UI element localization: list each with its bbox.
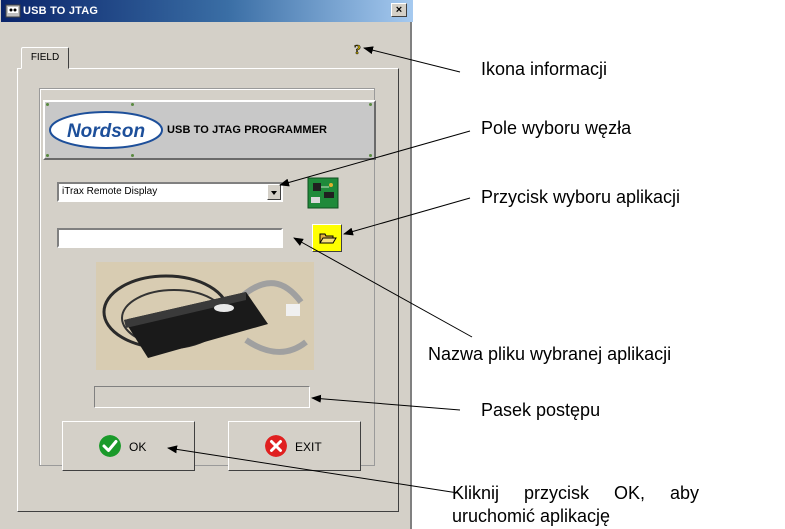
close-button[interactable]: × xyxy=(391,3,407,17)
tab-field[interactable]: FIELD xyxy=(21,47,69,69)
help-question-icon[interactable]: ? xyxy=(351,41,367,57)
green-check-icon xyxy=(99,435,121,457)
label-node-select: Pole wyboru węzła xyxy=(481,118,632,138)
progress-bar xyxy=(94,386,310,408)
label-ok-line1: Kliknij przycisk OK, aby xyxy=(452,483,700,503)
select-application-button[interactable] xyxy=(312,224,342,252)
label-progress-bar: Pasek postępu xyxy=(481,400,601,420)
nordson-logo: Nordson xyxy=(49,111,163,149)
banner-rivet xyxy=(46,103,49,106)
window-title: USB TO JTAG xyxy=(23,5,99,17)
label-app-button: Przycisk wyboru aplikacji xyxy=(481,187,681,207)
node-select[interactable]: iTrax Remote Display xyxy=(57,182,283,202)
banner-rivet xyxy=(369,103,372,106)
programmer-photo xyxy=(96,262,314,370)
red-x-icon xyxy=(265,435,287,457)
programmer-device-image xyxy=(96,262,314,370)
exit-button-label: EXIT xyxy=(295,440,322,454)
circuit-board-icon xyxy=(307,177,339,209)
exit-button[interactable]: EXIT xyxy=(228,421,361,471)
application-file-name[interactable] xyxy=(57,228,283,248)
label-file-name: Nazwa pliku wybranej aplikacji xyxy=(428,344,672,364)
banner-rivet xyxy=(131,154,134,157)
ok-button[interactable]: OK xyxy=(62,421,195,471)
banner-rivet xyxy=(46,154,49,157)
open-folder-icon xyxy=(319,233,337,244)
banner-title: USB TO JTAG PROGRAMMER xyxy=(167,124,328,136)
svg-text:?: ? xyxy=(354,43,361,57)
ok-button-label: OK xyxy=(129,440,147,454)
title-bar[interactable]: USB TO JTAG × xyxy=(1,0,413,22)
banner-rivet xyxy=(131,103,134,106)
application-window: USB TO JTAG × ? FIELD Nordson USB TO JTA… xyxy=(0,0,413,529)
label-ok-line2: uruchomić aplikację xyxy=(452,506,611,526)
dropdown-arrow-icon[interactable] xyxy=(267,184,281,200)
node-select-value: iTrax Remote Display xyxy=(62,186,158,197)
banner-rivet xyxy=(369,154,372,157)
label-info-icon: Ikona informacji xyxy=(481,59,608,79)
app-icon xyxy=(5,4,21,18)
svg-text:Nordson: Nordson xyxy=(67,121,145,142)
